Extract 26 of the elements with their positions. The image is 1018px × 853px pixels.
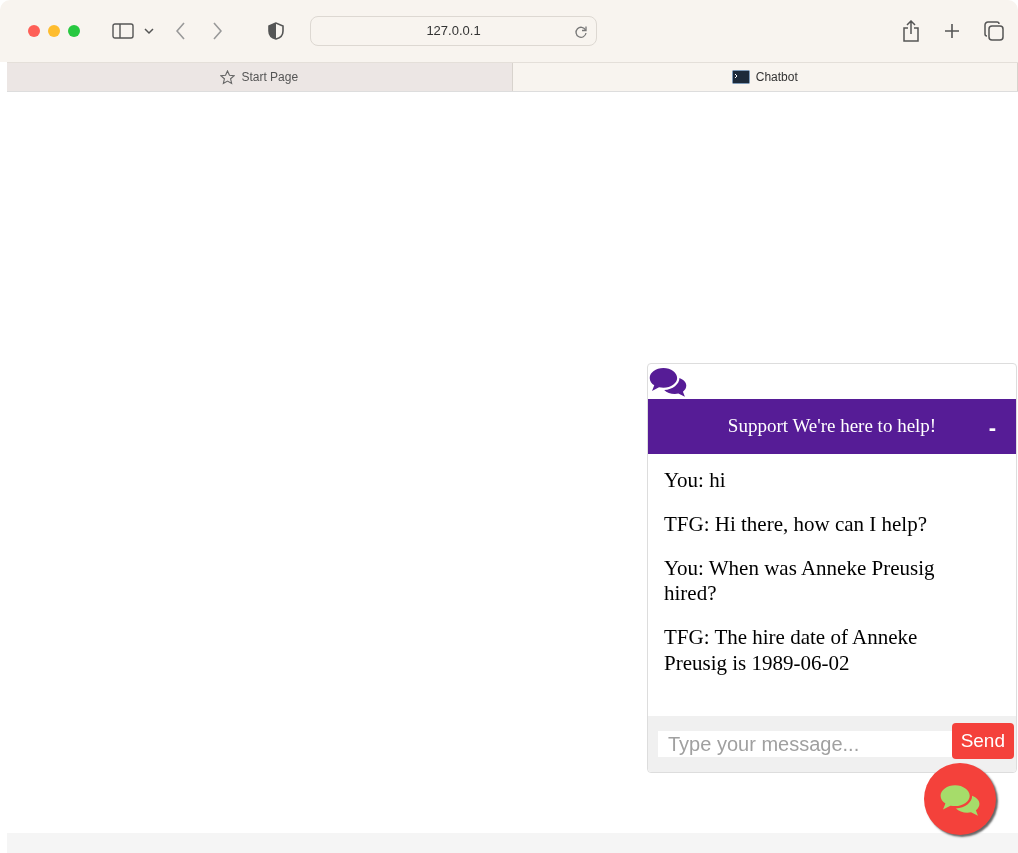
forward-icon[interactable] [212,22,222,40]
back-icon[interactable] [176,22,186,40]
terminal-icon [731,70,750,84]
minimize-button[interactable]: - [984,411,1000,444]
chat-message: TFG: The hire date of Anneke Preusig is 1989-06-02 [664,625,919,677]
star-icon [220,69,236,85]
address-bar[interactable]: 127.0.0.1 [310,16,597,46]
reload-icon[interactable] [574,25,588,39]
send-button[interactable]: Send [951,722,1014,760]
browser-tab[interactable]: Chatbot [512,63,1018,91]
chat-message: TFG: Hi there, how can I help? [664,511,928,538]
shield-icon[interactable] [268,22,284,40]
window-control-button[interactable] [28,25,40,37]
message-input[interactable]: Type your message... [658,731,952,757]
chevron-down-icon[interactable] [144,27,154,35]
browser-tab[interactable]: Start Page [7,63,513,91]
share-icon[interactable] [902,20,920,42]
sidebar-icon[interactable] [112,23,134,39]
tabs-overview-icon[interactable] [984,21,1004,41]
chat-bubbles-icon [940,782,980,816]
url-text: 127.0.0.1 [426,22,481,41]
chat-message: You: When was Anneke Preusig hired? [664,555,936,608]
chat-bubbles-icon [648,365,688,397]
chat-title: Support We're here to help! [727,414,937,439]
chat-message: You: hi [664,468,727,494]
plus-icon[interactable] [944,23,960,39]
